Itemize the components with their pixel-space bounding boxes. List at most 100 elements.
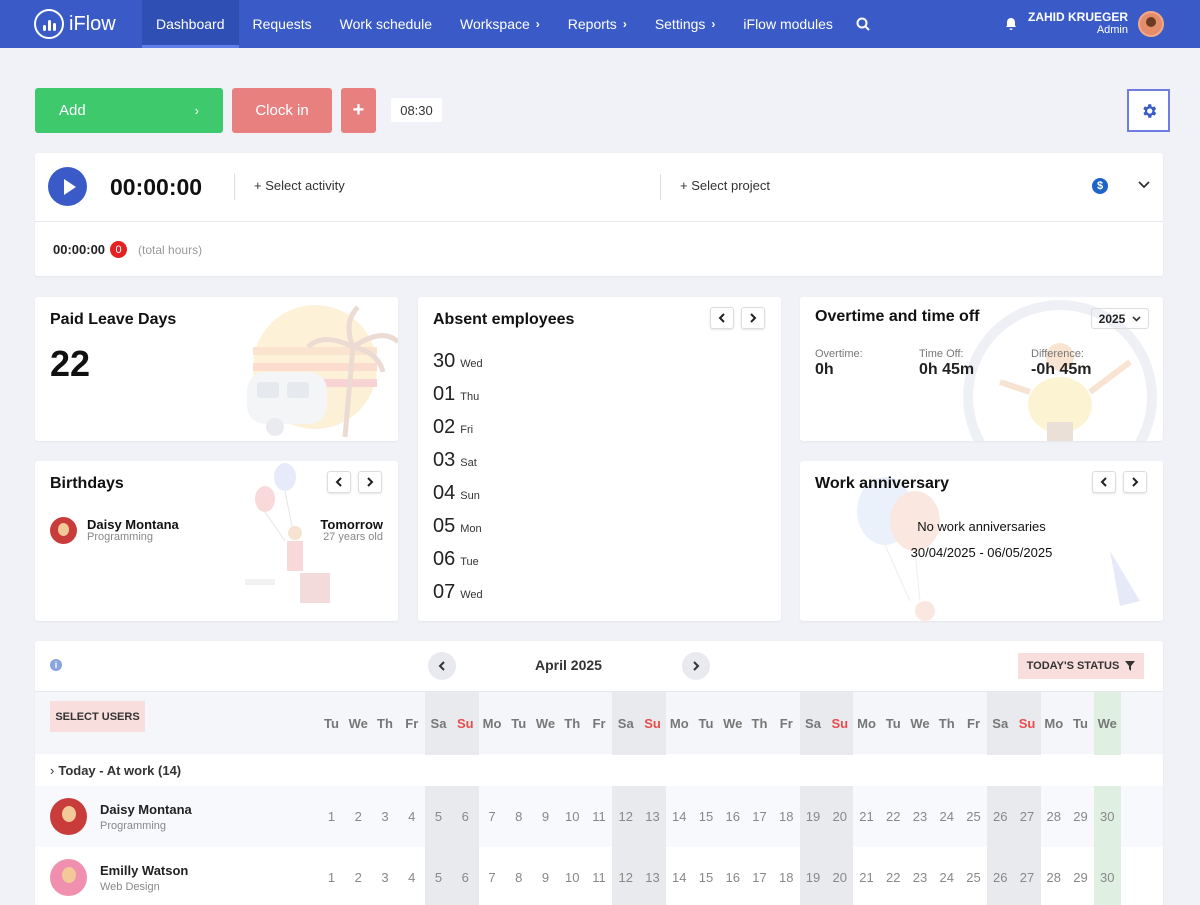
select-users-button[interactable]: SELECT USERS <box>50 701 145 732</box>
nav-item-iflow-modules[interactable]: iFlow modules <box>729 0 846 48</box>
day-cell[interactable]: 9 <box>532 847 559 905</box>
day-cell[interactable]: 14 <box>666 786 693 847</box>
day-cell[interactable]: 25 <box>960 786 987 847</box>
search-icon[interactable] <box>853 0 873 48</box>
day-cell[interactable]: 7 <box>479 847 506 905</box>
day-cell[interactable]: 15 <box>693 847 720 905</box>
day-cell[interactable]: 6 <box>451 847 479 905</box>
day-cell[interactable]: 9 <box>532 786 559 847</box>
next-button[interactable] <box>1123 471 1147 493</box>
day-cell[interactable]: 23 <box>907 847 934 905</box>
day-cell[interactable]: 23 <box>907 786 934 847</box>
day-cell[interactable]: 29 <box>1067 847 1094 905</box>
birthday-entry[interactable]: Daisy Montana Programming <box>50 517 179 544</box>
absent-day[interactable]: 03 Sat <box>433 449 483 482</box>
day-cell[interactable]: 22 <box>880 847 907 905</box>
absent-day[interactable]: 02 Fri <box>433 416 483 449</box>
play-button[interactable] <box>48 167 87 206</box>
avatar[interactable] <box>1138 11 1164 37</box>
table-row[interactable]: Emilly Watson Web Design 1 2 3 4 5 6 7 8 9 10 11 12 13… <box>35 847 1163 905</box>
nav-item-requests[interactable]: Requests <box>239 0 326 48</box>
day-cell[interactable]: 19 <box>799 786 827 847</box>
year-select[interactable]: 2025 <box>1091 308 1149 329</box>
day-cell[interactable]: 2 <box>345 786 372 847</box>
day-cell[interactable]: 13 <box>639 786 666 847</box>
day-cell[interactable]: 4 <box>398 847 425 905</box>
group-toggle[interactable]: › Today - At work (14) <box>50 763 181 778</box>
day-cell[interactable]: 16 <box>719 847 746 905</box>
day-cell[interactable]: 30 <box>1093 847 1121 905</box>
prev-button[interactable] <box>1092 471 1116 493</box>
day-cell[interactable]: 18 <box>773 847 800 905</box>
absent-day[interactable]: 04 Sun <box>433 482 483 515</box>
day-cell[interactable]: 13 <box>639 847 666 905</box>
info-icon[interactable]: i <box>50 659 62 671</box>
next-month-button[interactable] <box>682 652 710 680</box>
day-cell[interactable]: 20 <box>826 786 854 847</box>
day-cell[interactable]: 10 <box>559 786 586 847</box>
day-cell[interactable]: 27 <box>1013 786 1041 847</box>
todays-status-button[interactable]: TODAY'S STATUS <box>1018 653 1144 679</box>
day-cell[interactable]: 12 <box>612 847 640 905</box>
settings-button[interactable] <box>1127 89 1170 132</box>
bell-icon[interactable] <box>1004 17 1018 31</box>
day-cell[interactable]: 2 <box>345 847 372 905</box>
add-button[interactable]: Add › <box>35 88 223 133</box>
day-cell[interactable]: 27 <box>1013 847 1041 905</box>
next-button[interactable] <box>741 307 765 329</box>
absent-day[interactable]: 05 Mon <box>433 515 483 548</box>
clock-in-button[interactable]: Clock in <box>232 88 332 133</box>
day-cell[interactable]: 29 <box>1067 786 1094 847</box>
day-cell[interactable]: 25 <box>960 847 987 905</box>
day-cell[interactable]: 4 <box>398 786 425 847</box>
nav-item-work-schedule[interactable]: Work schedule <box>326 0 446 48</box>
table-row[interactable]: Daisy Montana Programming 1 2 3 4 5 6 7 8 9 10 11 12 1… <box>35 786 1163 847</box>
day-cell[interactable]: 26 <box>986 786 1014 847</box>
absent-day[interactable]: 30 Wed <box>433 350 483 383</box>
day-cell[interactable]: 18 <box>773 786 800 847</box>
select-project[interactable]: + Select project <box>680 178 770 193</box>
prev-button[interactable] <box>327 471 351 493</box>
nav-item-settings[interactable]: Settings › <box>641 0 730 48</box>
day-cell[interactable]: 21 <box>853 786 880 847</box>
next-button[interactable] <box>358 471 382 493</box>
day-cell[interactable]: 7 <box>479 786 506 847</box>
billable-icon[interactable]: $ <box>1092 178 1108 194</box>
day-cell[interactable]: 5 <box>425 847 452 905</box>
absent-day[interactable]: 01 Thu <box>433 383 483 416</box>
absent-day[interactable]: 06 Tue <box>433 548 483 581</box>
day-cell[interactable]: 17 <box>746 847 773 905</box>
day-cell[interactable]: 8 <box>505 786 532 847</box>
day-cell[interactable]: 24 <box>933 847 960 905</box>
day-cell[interactable]: 8 <box>505 847 532 905</box>
day-cell[interactable]: 3 <box>372 786 399 847</box>
day-cell[interactable]: 16 <box>719 786 746 847</box>
nav-item-reports[interactable]: Reports › <box>554 0 641 48</box>
nav-item-dashboard[interactable]: Dashboard <box>142 0 239 48</box>
day-cell[interactable]: 5 <box>425 786 452 847</box>
day-cell[interactable]: 22 <box>880 786 907 847</box>
day-cell[interactable]: 6 <box>451 786 479 847</box>
day-cell[interactable]: 10 <box>559 847 586 905</box>
day-cell[interactable]: 3 <box>372 847 399 905</box>
day-cell[interactable]: 1 <box>318 847 345 905</box>
prev-button[interactable] <box>710 307 734 329</box>
plus-button[interactable]: + <box>341 88 376 133</box>
day-cell[interactable]: 19 <box>799 847 827 905</box>
day-cell[interactable]: 11 <box>586 847 613 905</box>
day-cell[interactable]: 14 <box>666 847 693 905</box>
day-cell[interactable]: 17 <box>746 786 773 847</box>
chevron-down-icon[interactable] <box>1138 176 1150 192</box>
user-menu[interactable]: ZAHID KRUEGER Admin <box>1028 11 1128 37</box>
day-cell[interactable]: 21 <box>853 847 880 905</box>
day-cell[interactable]: 28 <box>1040 847 1067 905</box>
day-cell[interactable]: 28 <box>1040 786 1067 847</box>
day-cell[interactable]: 24 <box>933 786 960 847</box>
day-cell[interactable]: 12 <box>612 786 640 847</box>
nav-item-workspace[interactable]: Workspace › <box>446 0 554 48</box>
day-cell[interactable]: 15 <box>693 786 720 847</box>
day-cell[interactable]: 30 <box>1093 786 1121 847</box>
day-cell[interactable]: 20 <box>826 847 854 905</box>
logo[interactable]: iFlow <box>34 9 142 39</box>
day-cell[interactable]: 1 <box>318 786 345 847</box>
